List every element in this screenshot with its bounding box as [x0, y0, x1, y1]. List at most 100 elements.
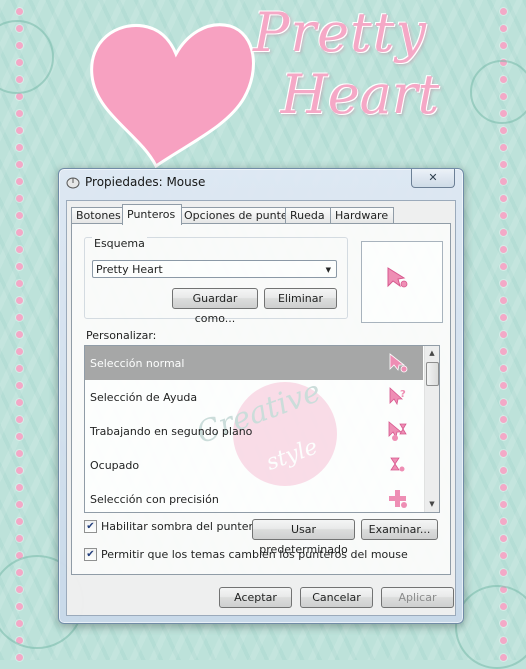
cursor-row-label: Trabajando en segundo plano [90, 425, 253, 438]
pink-dot [500, 518, 507, 525]
pink-dot [500, 25, 507, 32]
cursor-row-label: Selección de Ayuda [90, 391, 198, 404]
scroll-up-icon[interactable]: ▲ [426, 347, 438, 360]
tab-hardware[interactable]: Hardware [330, 207, 394, 224]
cancel-button[interactable]: Cancelar [300, 587, 373, 608]
pink-dot [16, 263, 23, 270]
svg-text:?: ? [400, 389, 406, 400]
mouse-icon [66, 177, 80, 189]
tab-botones[interactable]: Botones [71, 207, 125, 224]
save-as-button[interactable]: Guardar como... [172, 288, 258, 325]
close-button[interactable]: ✕ [411, 169, 455, 188]
pink-dot [16, 314, 23, 321]
pink-dot [500, 314, 507, 321]
pink-dot [16, 229, 23, 236]
pink-dot [16, 195, 23, 202]
scroll-thumb[interactable] [426, 362, 439, 386]
mouse-properties-window: Propiedades: Mouse ✕ Botones Punteros Op… [58, 168, 464, 624]
themes-checkbox-row[interactable]: ✔ Permitir que los temas cambien los pun… [84, 548, 408, 561]
dialog-client-area: Botones Punteros Opciones de puntero Rue… [66, 200, 456, 616]
cursor-row-label: Ocupado [90, 459, 140, 472]
arrow-pointer-icon [389, 353, 408, 373]
cursor-row-busy[interactable]: Ocupado [85, 448, 423, 482]
pink-dot [16, 348, 23, 355]
pink-dot [16, 416, 23, 423]
themes-checkbox[interactable]: ✔ [84, 548, 97, 561]
pink-dot [500, 552, 507, 559]
pink-dot [16, 246, 23, 253]
title-bar[interactable]: Propiedades: Mouse ✕ [59, 169, 463, 195]
pink-dot [16, 280, 23, 287]
pink-dot [500, 535, 507, 542]
pink-dot [500, 229, 507, 236]
pink-dot [500, 195, 507, 202]
use-default-button[interactable]: Usar predeterminado [252, 519, 355, 556]
pink-dot [16, 484, 23, 491]
pink-dot [500, 8, 507, 15]
cursor-row-normal-select[interactable]: Selección normal [85, 346, 423, 380]
tab-opciones-de-puntero[interactable]: Opciones de puntero [179, 207, 299, 224]
cursor-row-label: Selección con precisión [90, 493, 219, 506]
doodle-swirl-bottom-right [455, 585, 526, 669]
customize-label: Personalizar: [86, 329, 157, 342]
pink-dot [16, 110, 23, 117]
pink-dot [16, 399, 23, 406]
ok-button[interactable]: Aceptar [219, 587, 292, 608]
pink-dot [16, 433, 23, 440]
scheme-dropdown[interactable]: Pretty Heart ▼ [92, 260, 337, 278]
cursor-list-scrollbar[interactable]: ▲ ▼ [424, 346, 439, 512]
cursor-list[interactable]: Creative style Selección normal Selecció… [84, 345, 440, 513]
logo-line-1: Pretty [252, 1, 427, 64]
delete-scheme-button[interactable]: Eliminar [264, 288, 337, 309]
pink-dot [500, 331, 507, 338]
pink-dot [16, 450, 23, 457]
chevron-down-icon: ▼ [325, 266, 331, 274]
scroll-down-icon[interactable]: ▼ [426, 498, 438, 511]
pink-dot [500, 212, 507, 219]
cursor-row-working-background[interactable]: Trabajando en segundo plano [85, 414, 423, 448]
browse-button[interactable]: Examinar... [361, 519, 438, 540]
help-select-icon: ? [389, 387, 406, 406]
pink-dot [16, 365, 23, 372]
scheme-label: Esquema [92, 237, 147, 250]
tab-punteros[interactable]: Punteros [122, 204, 182, 225]
tab-rueda[interactable]: Rueda [285, 207, 333, 224]
pink-dot [500, 161, 507, 168]
pink-dot [500, 144, 507, 151]
arrow-pointer-icon [387, 267, 408, 288]
pink-dot [16, 93, 23, 100]
pink-dot [16, 535, 23, 542]
scheme-group: Esquema Pretty Heart ▼ Guardar como... E… [84, 237, 348, 325]
pink-dot [500, 416, 507, 423]
scheme-selected-value: Pretty Heart [96, 263, 163, 276]
pink-dot [16, 467, 23, 474]
busy-hourglass-icon [390, 457, 405, 472]
pink-dot [500, 484, 507, 491]
cursor-preview-box [361, 241, 443, 323]
doodle-swirl-right [470, 60, 526, 124]
pink-dot [16, 8, 23, 15]
shadow-checkbox[interactable]: ✔ [84, 520, 97, 533]
precision-cross-icon [389, 490, 407, 508]
pink-dot [500, 263, 507, 270]
pink-dot [500, 280, 507, 287]
pink-dot [500, 297, 507, 304]
pink-dot [500, 246, 507, 253]
pink-dot [16, 382, 23, 389]
cursor-row-precision-select[interactable]: Selección con precisión [85, 482, 423, 512]
pink-dot [500, 178, 507, 185]
doodle-swirl-top-left [0, 20, 54, 94]
pink-dot [16, 144, 23, 151]
pink-dot [500, 365, 507, 372]
pink-dot [500, 501, 507, 508]
shadow-checkbox-row[interactable]: ✔ Habilitar sombra del puntero [84, 520, 259, 533]
apply-button[interactable]: Aplicar [381, 587, 454, 608]
shadow-checkbox-label: Habilitar sombra del puntero [101, 520, 260, 533]
pink-dot [16, 518, 23, 525]
pink-dot [16, 212, 23, 219]
pink-dot [500, 433, 507, 440]
pink-dot [16, 178, 23, 185]
cursor-row-help-select[interactable]: Selección de Ayuda ? [85, 380, 423, 414]
pink-dot [500, 127, 507, 134]
pink-dot [500, 569, 507, 576]
